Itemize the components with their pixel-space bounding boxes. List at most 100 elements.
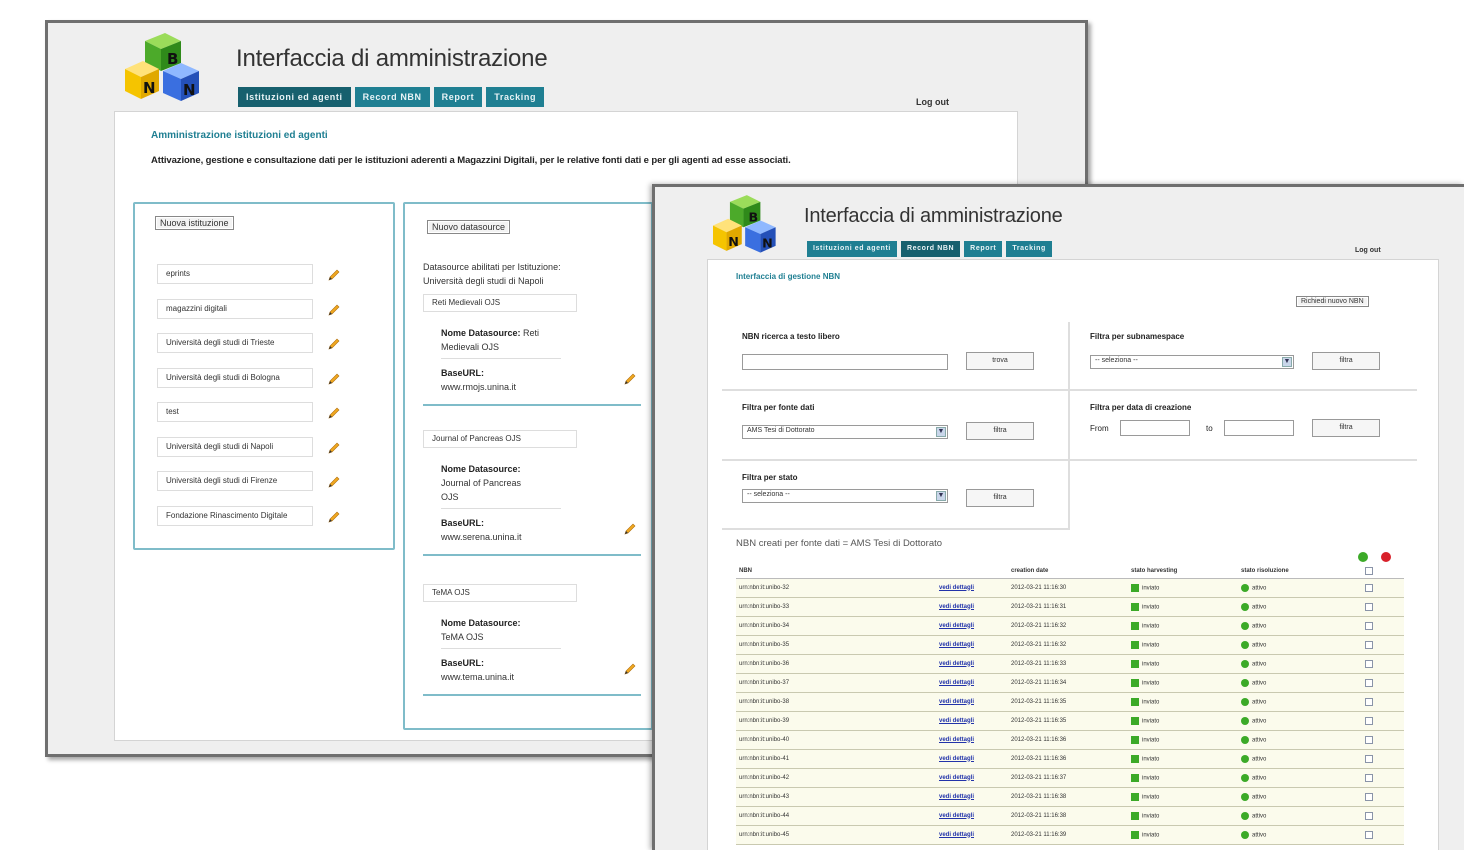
tab-institutions[interactable]: Istituzioni ed agenti — [238, 87, 351, 107]
resolution-cell: attivo — [1238, 711, 1362, 731]
list-item[interactable]: Fondazione Rinascimento Digitale — [157, 505, 313, 526]
details-link[interactable]: vedi dettagli — [939, 756, 974, 762]
harvest-cell: inviato — [1128, 654, 1238, 674]
edit-icon[interactable] — [327, 303, 341, 317]
edit-icon[interactable] — [327, 372, 341, 386]
resolution-status-icon — [1241, 602, 1249, 611]
nbn-cell: urn:nbn:it:unibo-43 — [736, 787, 936, 807]
details-link[interactable]: vedi dettagli — [939, 661, 974, 667]
harvest-cell: inviato — [1128, 616, 1238, 636]
details-cell: vedi dettagli — [936, 787, 1008, 807]
tab-record-nbn[interactable]: Record NBN — [354, 87, 430, 107]
details-link[interactable]: vedi dettagli — [939, 680, 974, 686]
datasource-name-value: Reti — [523, 328, 540, 338]
details-link[interactable]: vedi dettagli — [939, 737, 974, 743]
edit-icon[interactable] — [623, 372, 637, 386]
row-checkbox[interactable] — [1365, 830, 1373, 839]
row-checkbox[interactable] — [1365, 792, 1373, 801]
status-filter-button[interactable]: filtra — [966, 489, 1034, 507]
table-row: urn:nbn:it:unibo-33 vedi dettagli 2012-03-… — [736, 597, 1404, 617]
nbn-cell: urn:nbn:it:unibo-34 — [736, 616, 936, 636]
datasource-divider — [441, 508, 561, 509]
list-item[interactable]: test — [157, 402, 313, 422]
row-checkbox[interactable] — [1365, 602, 1373, 611]
logout-link[interactable]: Log out — [1355, 247, 1381, 254]
request-nbn-button[interactable]: Richiedi nuovo NBN — [1296, 296, 1369, 307]
edit-icon[interactable] — [327, 475, 341, 489]
row-checkbox[interactable] — [1365, 754, 1373, 763]
details-link[interactable]: vedi dettagli — [939, 794, 974, 800]
tab-tracking[interactable]: Tracking — [486, 87, 545, 107]
new-datasource-button[interactable]: Nuovo datasource — [427, 220, 511, 234]
source-filter-button[interactable]: filtra — [966, 422, 1034, 440]
tab-report[interactable]: Report — [433, 87, 483, 107]
details-link[interactable]: vedi dettagli — [939, 642, 974, 648]
date-cell: 2012-03-21 11:16:36 — [1008, 730, 1128, 750]
remove-icon[interactable] — [1381, 552, 1391, 562]
source-select[interactable]: AMS Tesi di Dottorato ▼ — [742, 425, 948, 439]
datasource-baseurl: BaseURL: www.tema.unina.it — [441, 656, 514, 684]
resolution-cell: attivo — [1238, 806, 1362, 826]
tab-report[interactable]: Report — [964, 241, 1003, 257]
date-filter-button[interactable]: filtra — [1312, 419, 1380, 437]
details-link[interactable]: vedi dettagli — [939, 813, 974, 819]
resolution-cell: attivo — [1238, 616, 1362, 636]
edit-icon[interactable] — [327, 337, 341, 351]
row-checkbox[interactable] — [1365, 640, 1373, 649]
row-checkbox[interactable] — [1365, 811, 1373, 820]
edit-icon[interactable] — [327, 510, 341, 524]
logout-link[interactable]: Log out — [916, 97, 949, 107]
date-cell: 2012-03-21 11:16:33 — [1008, 654, 1128, 674]
list-item[interactable]: magazzini digitali — [157, 298, 313, 319]
datasource-field[interactable]: Reti Medievali OJS — [423, 294, 577, 312]
list-item[interactable]: Università degli studi di Bologna — [157, 367, 313, 388]
date-cell: 2012-03-21 11:16:35 — [1008, 692, 1128, 712]
list-item[interactable]: Università degli studi di Firenze — [157, 471, 313, 491]
details-link[interactable]: vedi dettagli — [939, 623, 974, 629]
row-checkbox[interactable] — [1365, 621, 1373, 630]
new-institution-button[interactable]: Nuova istituzione — [155, 216, 234, 230]
resolution-status-icon — [1241, 640, 1249, 649]
row-checkbox[interactable] — [1365, 773, 1373, 782]
details-link[interactable]: vedi dettagli — [939, 775, 974, 781]
select-cell — [1362, 711, 1404, 731]
date-to-input[interactable] — [1224, 420, 1294, 436]
datasource-field[interactable]: Journal of Pancreas OJS — [423, 430, 577, 448]
edit-icon[interactable] — [623, 662, 637, 676]
resolution-status-text: attivo — [1252, 794, 1267, 801]
resolution-status-icon — [1241, 697, 1249, 706]
status-select[interactable]: -- seleziona -- ▼ — [742, 489, 948, 503]
datasource-field[interactable]: TeMA OJS — [423, 584, 577, 602]
list-item[interactable]: eprints — [157, 264, 313, 284]
list-item[interactable]: Università degli studi di Trieste — [157, 333, 313, 353]
list-item[interactable]: Università degli studi di Napoli — [157, 436, 313, 457]
row-checkbox[interactable] — [1365, 678, 1373, 687]
row-checkbox[interactable] — [1365, 697, 1373, 706]
table-row: urn:nbn:it:unibo-39 vedi dettagli 2012-03-… — [736, 711, 1404, 731]
add-icon[interactable] — [1358, 552, 1368, 562]
select-all-checkbox[interactable] — [1365, 566, 1373, 575]
details-link[interactable]: vedi dettagli — [939, 604, 974, 610]
tab-record-nbn[interactable]: Record NBN — [900, 241, 961, 257]
row-checkbox[interactable] — [1365, 659, 1373, 668]
details-link[interactable]: vedi dettagli — [939, 718, 974, 724]
subnamespace-filter-button[interactable]: filtra — [1312, 352, 1380, 370]
date-from-input[interactable] — [1120, 420, 1190, 436]
edit-icon[interactable] — [327, 406, 341, 420]
tab-tracking[interactable]: Tracking — [1006, 241, 1052, 257]
row-checkbox[interactable] — [1365, 583, 1373, 592]
tab-institutions[interactable]: Istituzioni ed agenti — [807, 241, 897, 257]
row-checkbox[interactable] — [1365, 735, 1373, 744]
harvest-status-text: inviato — [1142, 680, 1160, 687]
search-button[interactable]: trova — [966, 352, 1034, 370]
row-checkbox[interactable] — [1365, 716, 1373, 725]
subnamespace-select[interactable]: -- seleziona -- ▼ — [1090, 355, 1294, 369]
table-row: urn:nbn:it:unibo-36 vedi dettagli 2012-03-… — [736, 654, 1404, 674]
edit-icon[interactable] — [327, 268, 341, 282]
details-link[interactable]: vedi dettagli — [939, 832, 974, 838]
edit-icon[interactable] — [623, 522, 637, 536]
details-link[interactable]: vedi dettagli — [939, 585, 974, 591]
free-text-input[interactable] — [742, 354, 948, 370]
details-link[interactable]: vedi dettagli — [939, 699, 974, 705]
edit-icon[interactable] — [327, 441, 341, 455]
